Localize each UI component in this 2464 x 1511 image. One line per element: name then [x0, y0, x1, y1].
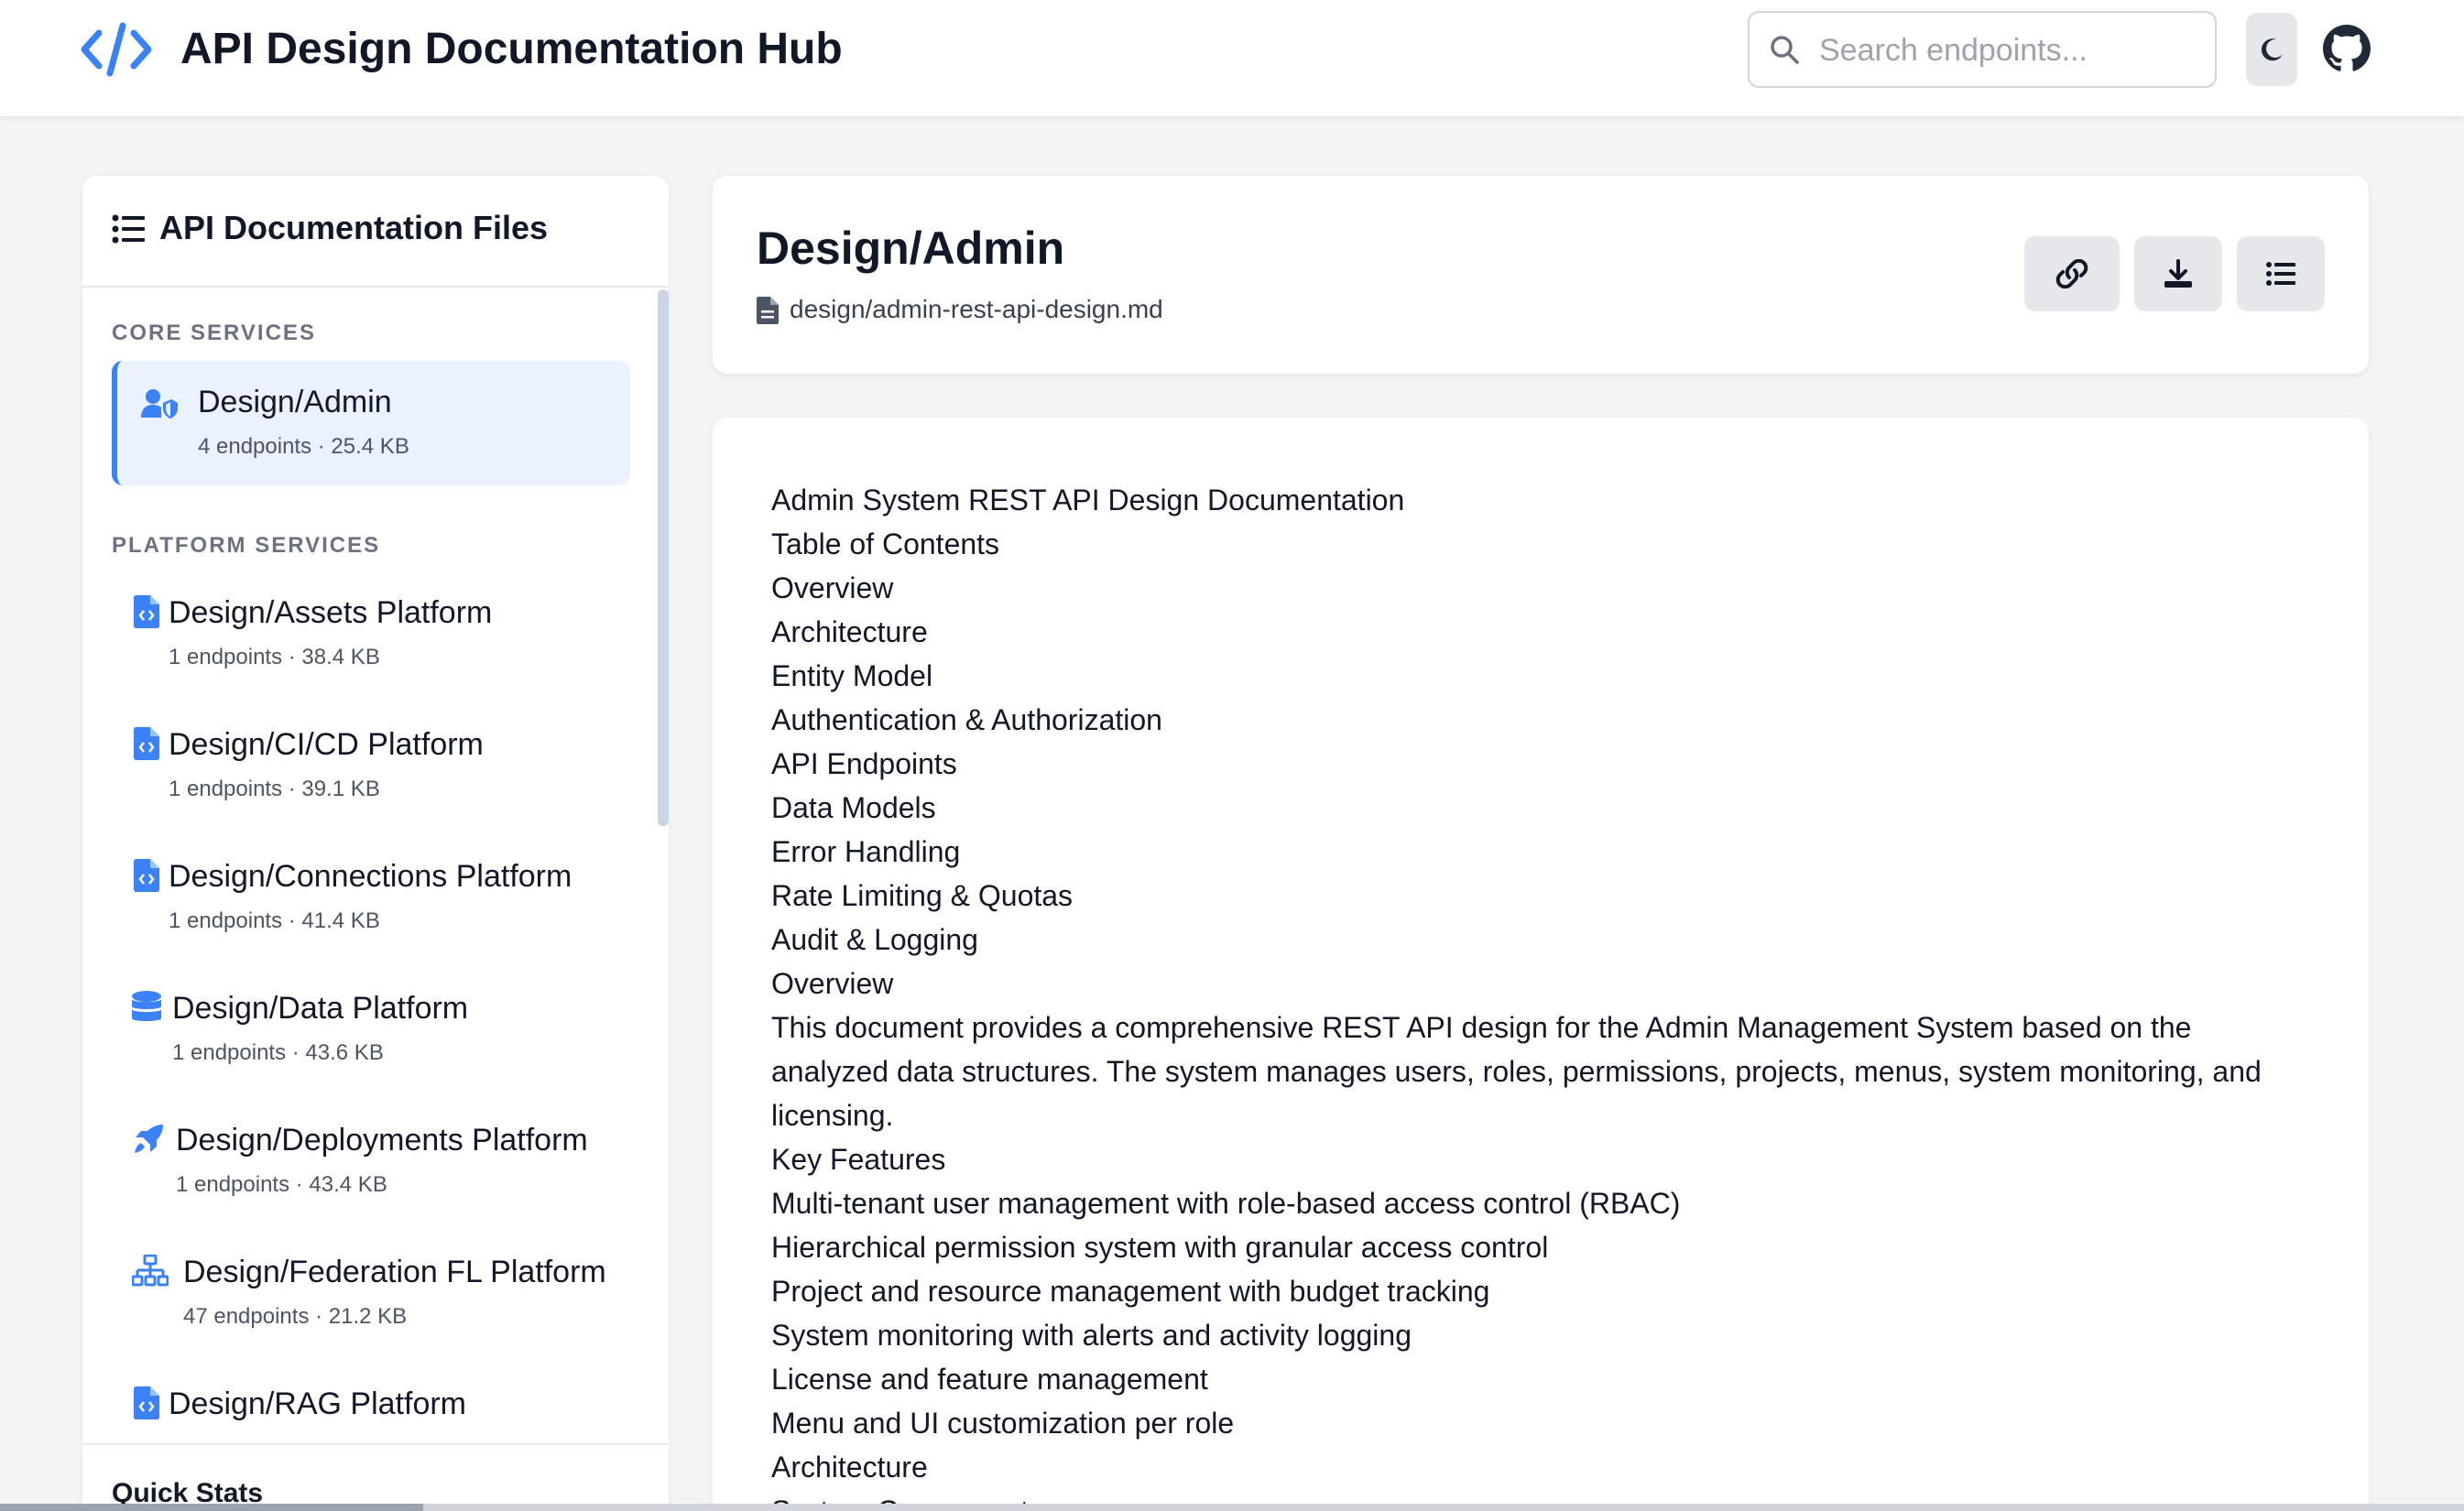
sidebar-title: API Documentation Files [159, 209, 549, 246]
horizontal-scrollbar-thumb[interactable] [0, 1504, 423, 1511]
download-button[interactable] [2134, 236, 2222, 311]
search-box[interactable] [1748, 11, 2217, 88]
sidebar-item-name: Design/Connections Platform [169, 859, 572, 894]
file-code-icon [134, 727, 159, 760]
list-icon [2266, 262, 2295, 286]
document-line: Project and resource management with bud… [771, 1275, 1490, 1308]
document-content: Admin System REST API Design Documentati… [713, 418, 2369, 1511]
document-line: Hierarchical permission system with gran… [771, 1231, 1549, 1264]
sidebar-item-name: Design/Data Platform [172, 991, 469, 1026]
sidebar: API Documentation Files CORE SERVICES De… [82, 176, 669, 1511]
document-body: Admin System REST API Design Documentati… [771, 478, 2310, 1511]
sidebar-item-name: Design/Assets Platform [169, 595, 493, 630]
document-path: design/admin-rest-api-design.md [790, 295, 1163, 323]
document-line: Overview [771, 571, 894, 604]
sidebar-item-meta: 1 endpoints · 38.4 KB [169, 645, 380, 669]
toc-button[interactable] [2237, 236, 2325, 311]
document-line: Table of Contents [771, 527, 1000, 560]
app-title: API Design Documentation Hub [180, 25, 843, 73]
document-line: Entity Model [771, 659, 933, 692]
document-line: Admin System REST API Design Documentati… [771, 484, 1405, 516]
document-title: Design/Admin [757, 223, 1065, 274]
document-line: Audit & Logging [771, 923, 978, 956]
document-line: Overview [771, 967, 894, 1000]
document-line: Key Features [771, 1143, 946, 1176]
document-line: API Endpoints [771, 747, 957, 780]
document-line: Error Handling [771, 835, 961, 868]
theme-toggle-button[interactable] [2246, 13, 2297, 86]
section-label-core: CORE SERVICES [112, 321, 316, 345]
search-icon [1771, 36, 1799, 64]
sidebar-item-federation-platform[interactable]: Design/Federation FL Platform 47 endpoin… [112, 1231, 630, 1355]
document-line: This document provides a comprehensive R… [771, 1011, 2262, 1132]
sidebar-item-meta: 47 endpoints · 21.2 KB [183, 1304, 408, 1329]
sidebar-item-data-platform[interactable]: Design/Data Platform 1 endpoints · 43.6 … [112, 967, 630, 1092]
document-line: Authentication & Authorization [771, 703, 1162, 736]
sidebar-item-name: Design/CI/CD Platform [169, 727, 484, 762]
document-line: Multi-tenant user management with role-b… [771, 1187, 1681, 1220]
document-line: Menu and UI customization per role [771, 1407, 1235, 1440]
document-line: Rate Limiting & Quotas [771, 879, 1074, 912]
sidebar-scrollbar[interactable] [658, 289, 669, 826]
copy-link-button[interactable] [2024, 236, 2120, 311]
sidebar-footer: Quick Stats [82, 1443, 669, 1511]
sidebar-item-assets-platform[interactable]: Design/Assets Platform 1 endpoints · 38.… [112, 571, 630, 696]
database-icon [132, 991, 161, 1021]
github-icon[interactable] [2323, 24, 2371, 73]
sidebar-item-connections-platform[interactable]: Design/Connections Platform 1 endpoints … [112, 835, 630, 960]
section-label-platform: PLATFORM SERVICES [112, 533, 381, 558]
sidebar-item-name: Design/RAG Platform [169, 1386, 466, 1421]
sidebar-item-cicd-platform[interactable]: Design/CI/CD Platform 1 endpoints · 39.1… [112, 703, 630, 828]
file-icon [757, 297, 779, 324]
document-line: License and feature management [771, 1363, 1208, 1396]
download-icon [2164, 259, 2192, 288]
sidebar-item-name: Design/Deployments Platform [176, 1123, 588, 1158]
rocket-icon [135, 1125, 163, 1153]
link-icon [2055, 259, 2088, 288]
moon-icon [2261, 38, 2283, 61]
document-line: Architecture [771, 615, 928, 648]
sidebar-header: API Documentation Files [82, 176, 669, 288]
sidebar-item-design-admin[interactable]: Design/Admin 4 endpoints · 25.4 KB [112, 361, 630, 485]
sidebar-item-meta: 1 endpoints · 43.6 KB [172, 1040, 384, 1065]
document-header: Design/Admin design/admin-rest-api-desig… [713, 176, 2369, 374]
code-brackets-icon[interactable] [79, 20, 154, 79]
sidebar-item-name: Design/Federation FL Platform [183, 1255, 606, 1289]
top-header: API Design Documentation Hub [0, 0, 2464, 117]
sidebar-item-name: Design/Admin [198, 385, 392, 419]
sidebar-item-meta: 1 endpoints · 39.1 KB [169, 777, 380, 801]
user-shield-icon [141, 389, 178, 419]
file-code-icon [134, 595, 159, 628]
sidebar-item-meta: 1 endpoints · 41.4 KB [169, 908, 380, 933]
list-icon [112, 214, 145, 244]
horizontal-scrollbar[interactable] [0, 1504, 2464, 1511]
sidebar-item-meta: 1 endpoints · 43.4 KB [176, 1172, 387, 1197]
search-input[interactable] [1819, 26, 2204, 75]
document-line: Data Models [771, 791, 936, 824]
sidebar-item-meta: 4 endpoints · 25.4 KB [198, 434, 409, 459]
file-code-icon [134, 1386, 159, 1419]
document-line: Architecture [771, 1451, 928, 1484]
document-line: System monitoring with alerts and activi… [771, 1319, 1412, 1352]
file-code-icon [134, 859, 159, 892]
network-icon [132, 1255, 169, 1287]
sidebar-item-deployments-platform[interactable]: Design/Deployments Platform 1 endpoints … [112, 1099, 630, 1223]
